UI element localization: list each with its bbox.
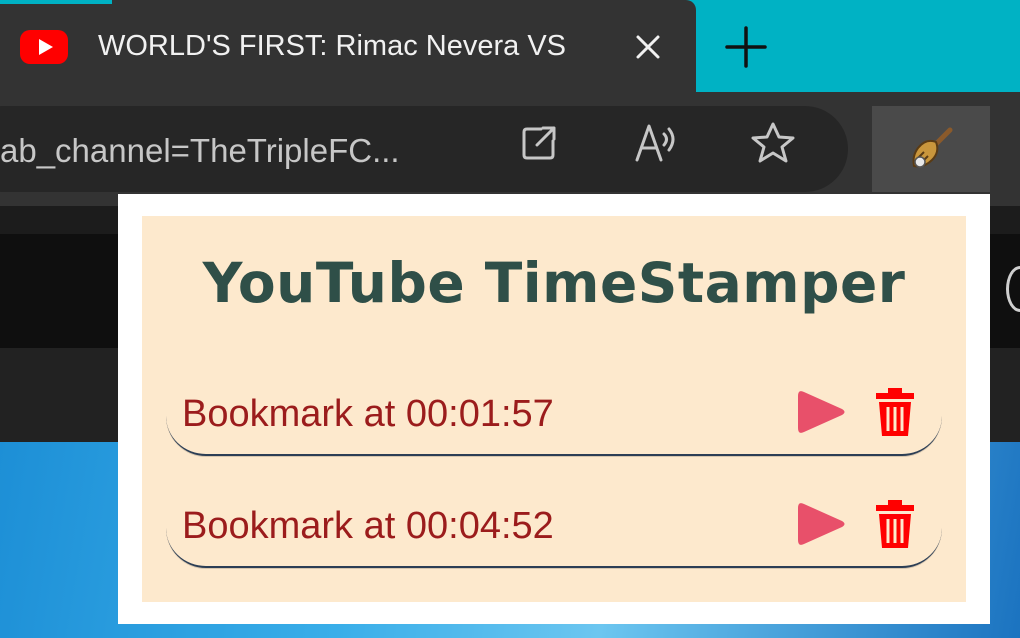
- tab-strip: WORLD'S FIRST: Rimac Nevera VS: [0, 0, 1020, 92]
- address-bar[interactable]: ab_channel=TheTripleFC...: [0, 106, 848, 192]
- favorite-button[interactable]: [744, 114, 802, 172]
- play-bookmark-button[interactable]: [794, 496, 848, 552]
- play-bookmark-button[interactable]: [794, 384, 848, 440]
- favorite-star-icon: [751, 122, 795, 163]
- browser-toolbar: ab_channel=TheTripleFC...: [0, 92, 1020, 298]
- read-aloud-button[interactable]: [628, 114, 686, 172]
- play-icon: [798, 503, 845, 545]
- url-text: ab_channel=TheTripleFC...: [0, 132, 400, 169]
- popup-title: YouTube TimeStamper: [202, 251, 906, 315]
- tab-accent-line: [0, 0, 112, 4]
- extension-button[interactable]: [872, 106, 990, 192]
- new-tab-button[interactable]: [716, 18, 776, 76]
- bookmark-row: Bookmark at 00:01:57: [166, 376, 942, 456]
- open-in-app-button[interactable]: [510, 114, 568, 172]
- play-icon: [798, 391, 845, 433]
- delete-bookmark-button[interactable]: [872, 496, 918, 552]
- close-icon: [636, 35, 660, 59]
- trash-icon: [876, 500, 914, 548]
- read-aloud-icon: [635, 124, 675, 162]
- browser-tab[interactable]: WORLD'S FIRST: Rimac Nevera VS: [0, 0, 696, 92]
- delete-bookmark-button[interactable]: [872, 384, 918, 440]
- extension-broom-icon: [912, 127, 953, 168]
- tab-close-button[interactable]: [620, 20, 676, 74]
- bookmark-label: Bookmark at 00:01:57: [182, 393, 554, 435]
- extension-popup: YouTube TimeStamper Bookmark at 00:01:57…: [118, 194, 990, 624]
- youtube-icon: [20, 30, 68, 64]
- open-in-app-icon: [522, 126, 556, 160]
- bookmark-row: Bookmark at 00:04:52: [166, 488, 942, 568]
- tab-title: WORLD'S FIRST: Rimac Nevera VS: [98, 30, 567, 62]
- popup-content: YouTube TimeStamper Bookmark at 00:01:57…: [142, 216, 966, 602]
- trash-icon: [876, 388, 914, 436]
- bookmark-label: Bookmark at 00:04:52: [182, 505, 554, 547]
- plus-icon: [725, 26, 767, 68]
